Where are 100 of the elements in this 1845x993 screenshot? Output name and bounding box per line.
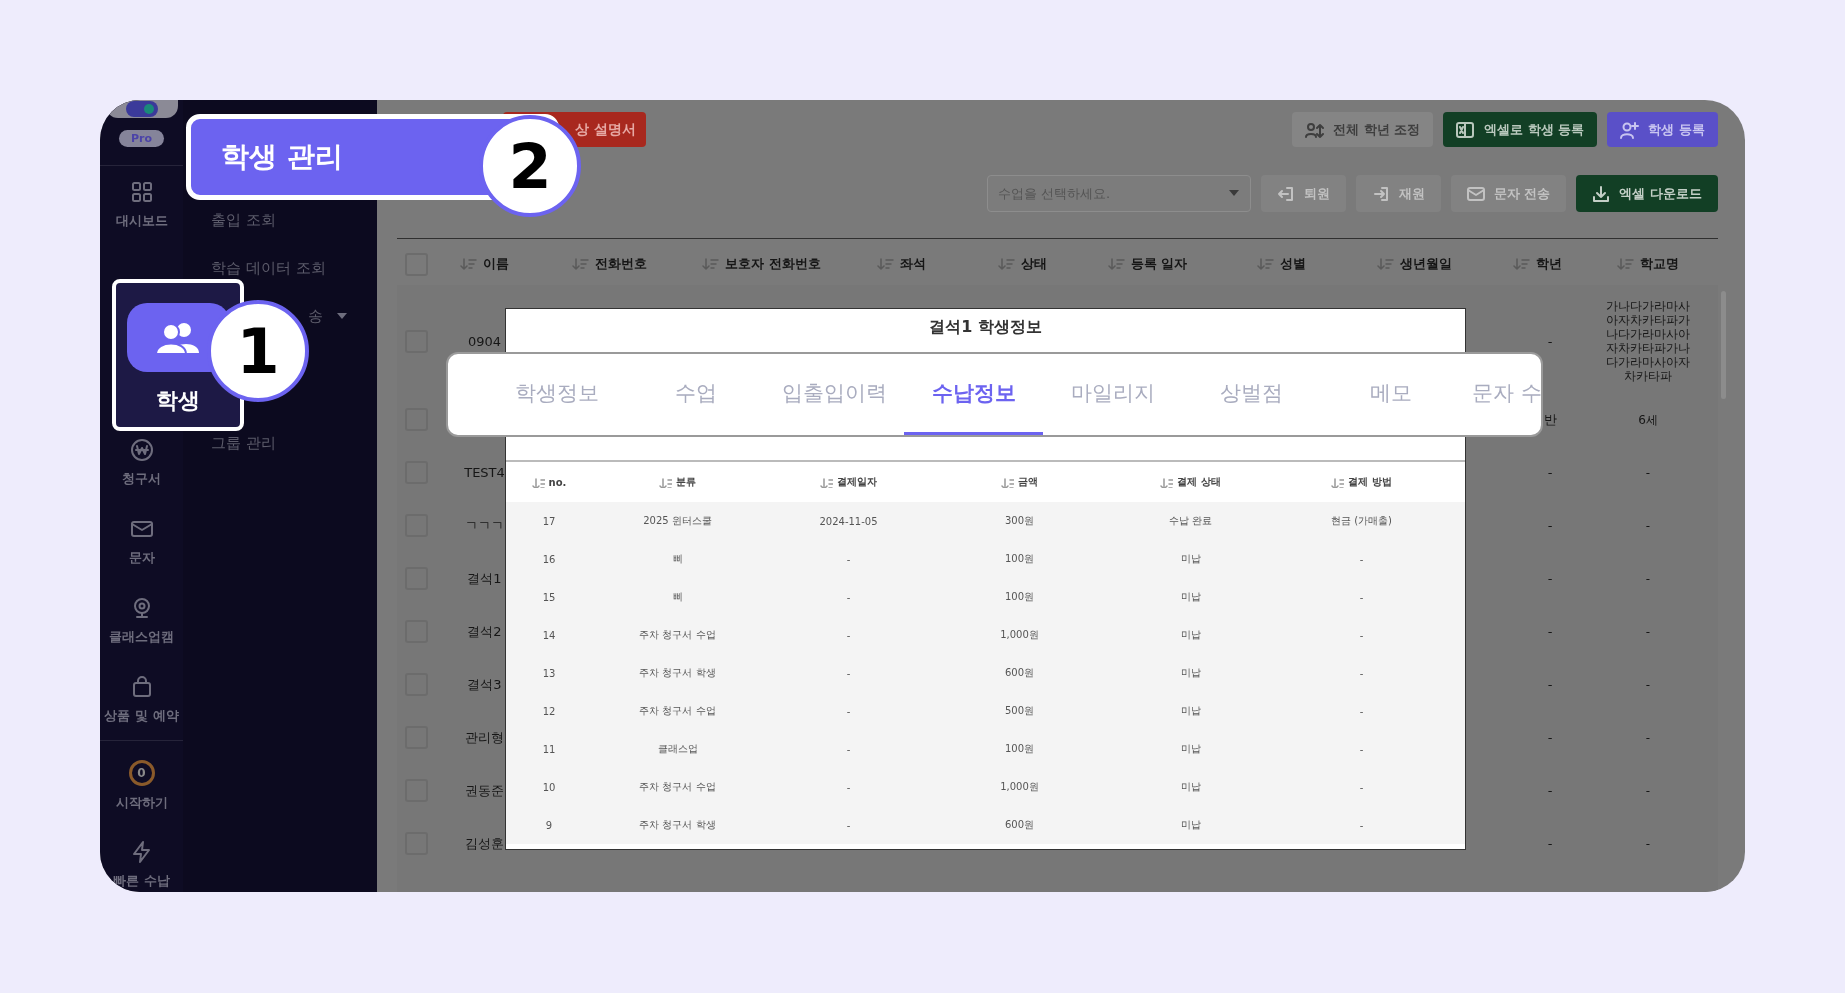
table-cell: 14 <box>542 629 556 641</box>
column-header[interactable]: 학년 <box>1512 255 1562 273</box>
table-cell: 100원 <box>1004 590 1035 604</box>
table-cell: 13 <box>542 667 556 679</box>
user-plus-icon <box>1620 120 1640 139</box>
sort-icon <box>571 257 589 271</box>
column-header[interactable]: 금액 <box>1001 475 1038 489</box>
table-cell-text: - <box>1644 571 1652 586</box>
table-cell-text: - <box>1644 677 1652 692</box>
sort-icon <box>876 257 894 271</box>
table-cell: 주차 청구서 수업 <box>639 704 716 718</box>
table-cell-text: - <box>1644 518 1652 533</box>
table-cell: 600원 <box>1004 818 1035 832</box>
download-icon <box>1592 184 1611 203</box>
table-cell: - <box>1359 553 1364 565</box>
column-header[interactable]: 성별 <box>1257 255 1306 273</box>
table-cell: - <box>1547 465 1553 480</box>
tab[interactable]: 수업 <box>626 354 765 435</box>
column-header[interactable]: 보호자 전화번호 <box>702 255 821 273</box>
column-header[interactable]: 상태 <box>997 255 1047 273</box>
table-cell: 미납 <box>1180 552 1201 566</box>
table-cell: 11 <box>542 743 556 755</box>
tab[interactable]: 마일리지 <box>1043 354 1182 435</box>
table-cell: 12 <box>542 705 556 717</box>
nav-item[interactable]: 빠른 수납 <box>113 837 170 892</box>
column-header[interactable]: 결제 방법 <box>1331 475 1392 489</box>
mail-icon <box>1466 184 1485 203</box>
table-cell: 미납 <box>1180 818 1201 832</box>
sort-icon <box>1512 257 1530 271</box>
nav-item[interactable]: 상품 및 예약 <box>104 672 179 728</box>
table-cell: - <box>846 591 851 603</box>
table-cell: - <box>1359 705 1364 717</box>
table-cell-text: - <box>1644 783 1652 798</box>
column-header[interactable]: 생년월일 <box>1377 255 1452 273</box>
table-cell: - <box>1547 333 1553 349</box>
table-cell: - <box>846 629 851 641</box>
sort-icon <box>1617 257 1634 271</box>
column-header[interactable]: 결제일자 <box>820 475 877 489</box>
table-cell-text: 가나다가라마사아자차카타파가나다가라마사아자차카타파가나다가라마사아자차카타파 <box>1605 299 1691 383</box>
table-cell-text: - <box>1644 624 1652 639</box>
table-cell: 미납 <box>1180 742 1201 756</box>
table-cell: 17 <box>542 515 556 527</box>
column-header[interactable]: 등록 일자 <box>1107 255 1188 273</box>
sort-icon <box>460 257 477 271</box>
table-cell: - <box>1359 743 1364 755</box>
table-cell: 주차 청구서 수업 <box>639 780 716 794</box>
sub-menu-item[interactable]: 출입 조회 <box>211 209 276 231</box>
filter-button[interactable]: 엑셀 다운로드 <box>1576 175 1718 212</box>
nav-label: 학생 <box>156 387 200 415</box>
tab[interactable]: 메모 <box>1321 354 1460 435</box>
nav-label: 청구서 <box>122 470 161 488</box>
table-cell: 미납 <box>1180 704 1201 718</box>
sort-icon <box>531 476 545 488</box>
nav-item[interactable]: 0 시작하기 <box>115 758 168 814</box>
tab[interactable]: 문자 수 <box>1472 354 1542 435</box>
table-cell: 1,000원 <box>1000 780 1039 794</box>
spreadsheet-icon <box>1456 120 1476 139</box>
table-cell: - <box>846 819 851 831</box>
tab[interactable]: 입출입이력 <box>765 354 904 435</box>
sort-icon <box>1331 476 1345 488</box>
table-cell-text: - <box>1644 836 1652 851</box>
nav-label: 대시보드 <box>115 212 168 230</box>
table-cell: - <box>1547 624 1553 639</box>
nav-item[interactable]: 청구서 <box>122 435 161 491</box>
sub-menu-item[interactable]: 학습 데이터 조회 <box>211 257 326 279</box>
table-cell: - <box>846 705 851 717</box>
tab[interactable]: 학생정보 <box>487 354 626 435</box>
toolbar-button[interactable]: 전체 학년 조정 <box>1292 112 1434 147</box>
table-cell: 반 <box>1543 410 1557 429</box>
sort-icon <box>1107 257 1125 271</box>
nav-item[interactable]: 클래스업캠 <box>109 593 174 649</box>
table-cell: 100원 <box>1004 552 1035 566</box>
table-cell: 권동준 <box>465 781 504 800</box>
toolbar-button[interactable]: 학생 등록 <box>1607 112 1718 147</box>
sub-menu-label: 송 <box>308 306 323 326</box>
column-header[interactable]: 이름 <box>460 255 509 273</box>
tab[interactable]: 수납정보 <box>904 354 1043 435</box>
column-header[interactable]: 결제 상태 <box>1160 475 1221 489</box>
table-cell: ㄱㄱㄱ <box>465 516 504 535</box>
column-header[interactable]: 학교명 <box>1617 255 1679 273</box>
table-cell: 600원 <box>1004 666 1035 680</box>
nav-label: 상품 및 예약 <box>104 707 179 725</box>
table-cell: - <box>1359 819 1364 831</box>
nav-item[interactable]: 문자 <box>128 514 155 570</box>
sort-icon <box>659 476 672 488</box>
sub-menu-item[interactable]: 그룹 관리 <box>211 432 276 454</box>
tab[interactable]: 상벌점 <box>1182 354 1321 435</box>
column-header[interactable]: 좌석 <box>876 255 926 273</box>
column-header[interactable]: 분류 <box>659 475 696 489</box>
sub-menu-item[interactable]: 송 <box>306 305 347 327</box>
table-cell: - <box>1359 591 1364 603</box>
nav-item[interactable]: 대시보드 <box>115 177 168 233</box>
caret-down-icon <box>1228 190 1239 196</box>
table-cell: TEST4 <box>464 465 505 480</box>
column-header[interactable]: no. <box>531 476 567 488</box>
column-header[interactable]: 전화번호 <box>571 255 647 273</box>
table-cell: - <box>1359 781 1364 793</box>
table-cell: 미납 <box>1180 666 1201 680</box>
modal-title: 결석1 학생정보 <box>928 316 1043 338</box>
toolbar-button[interactable]: 엑셀로 학생 등록 <box>1443 112 1598 147</box>
